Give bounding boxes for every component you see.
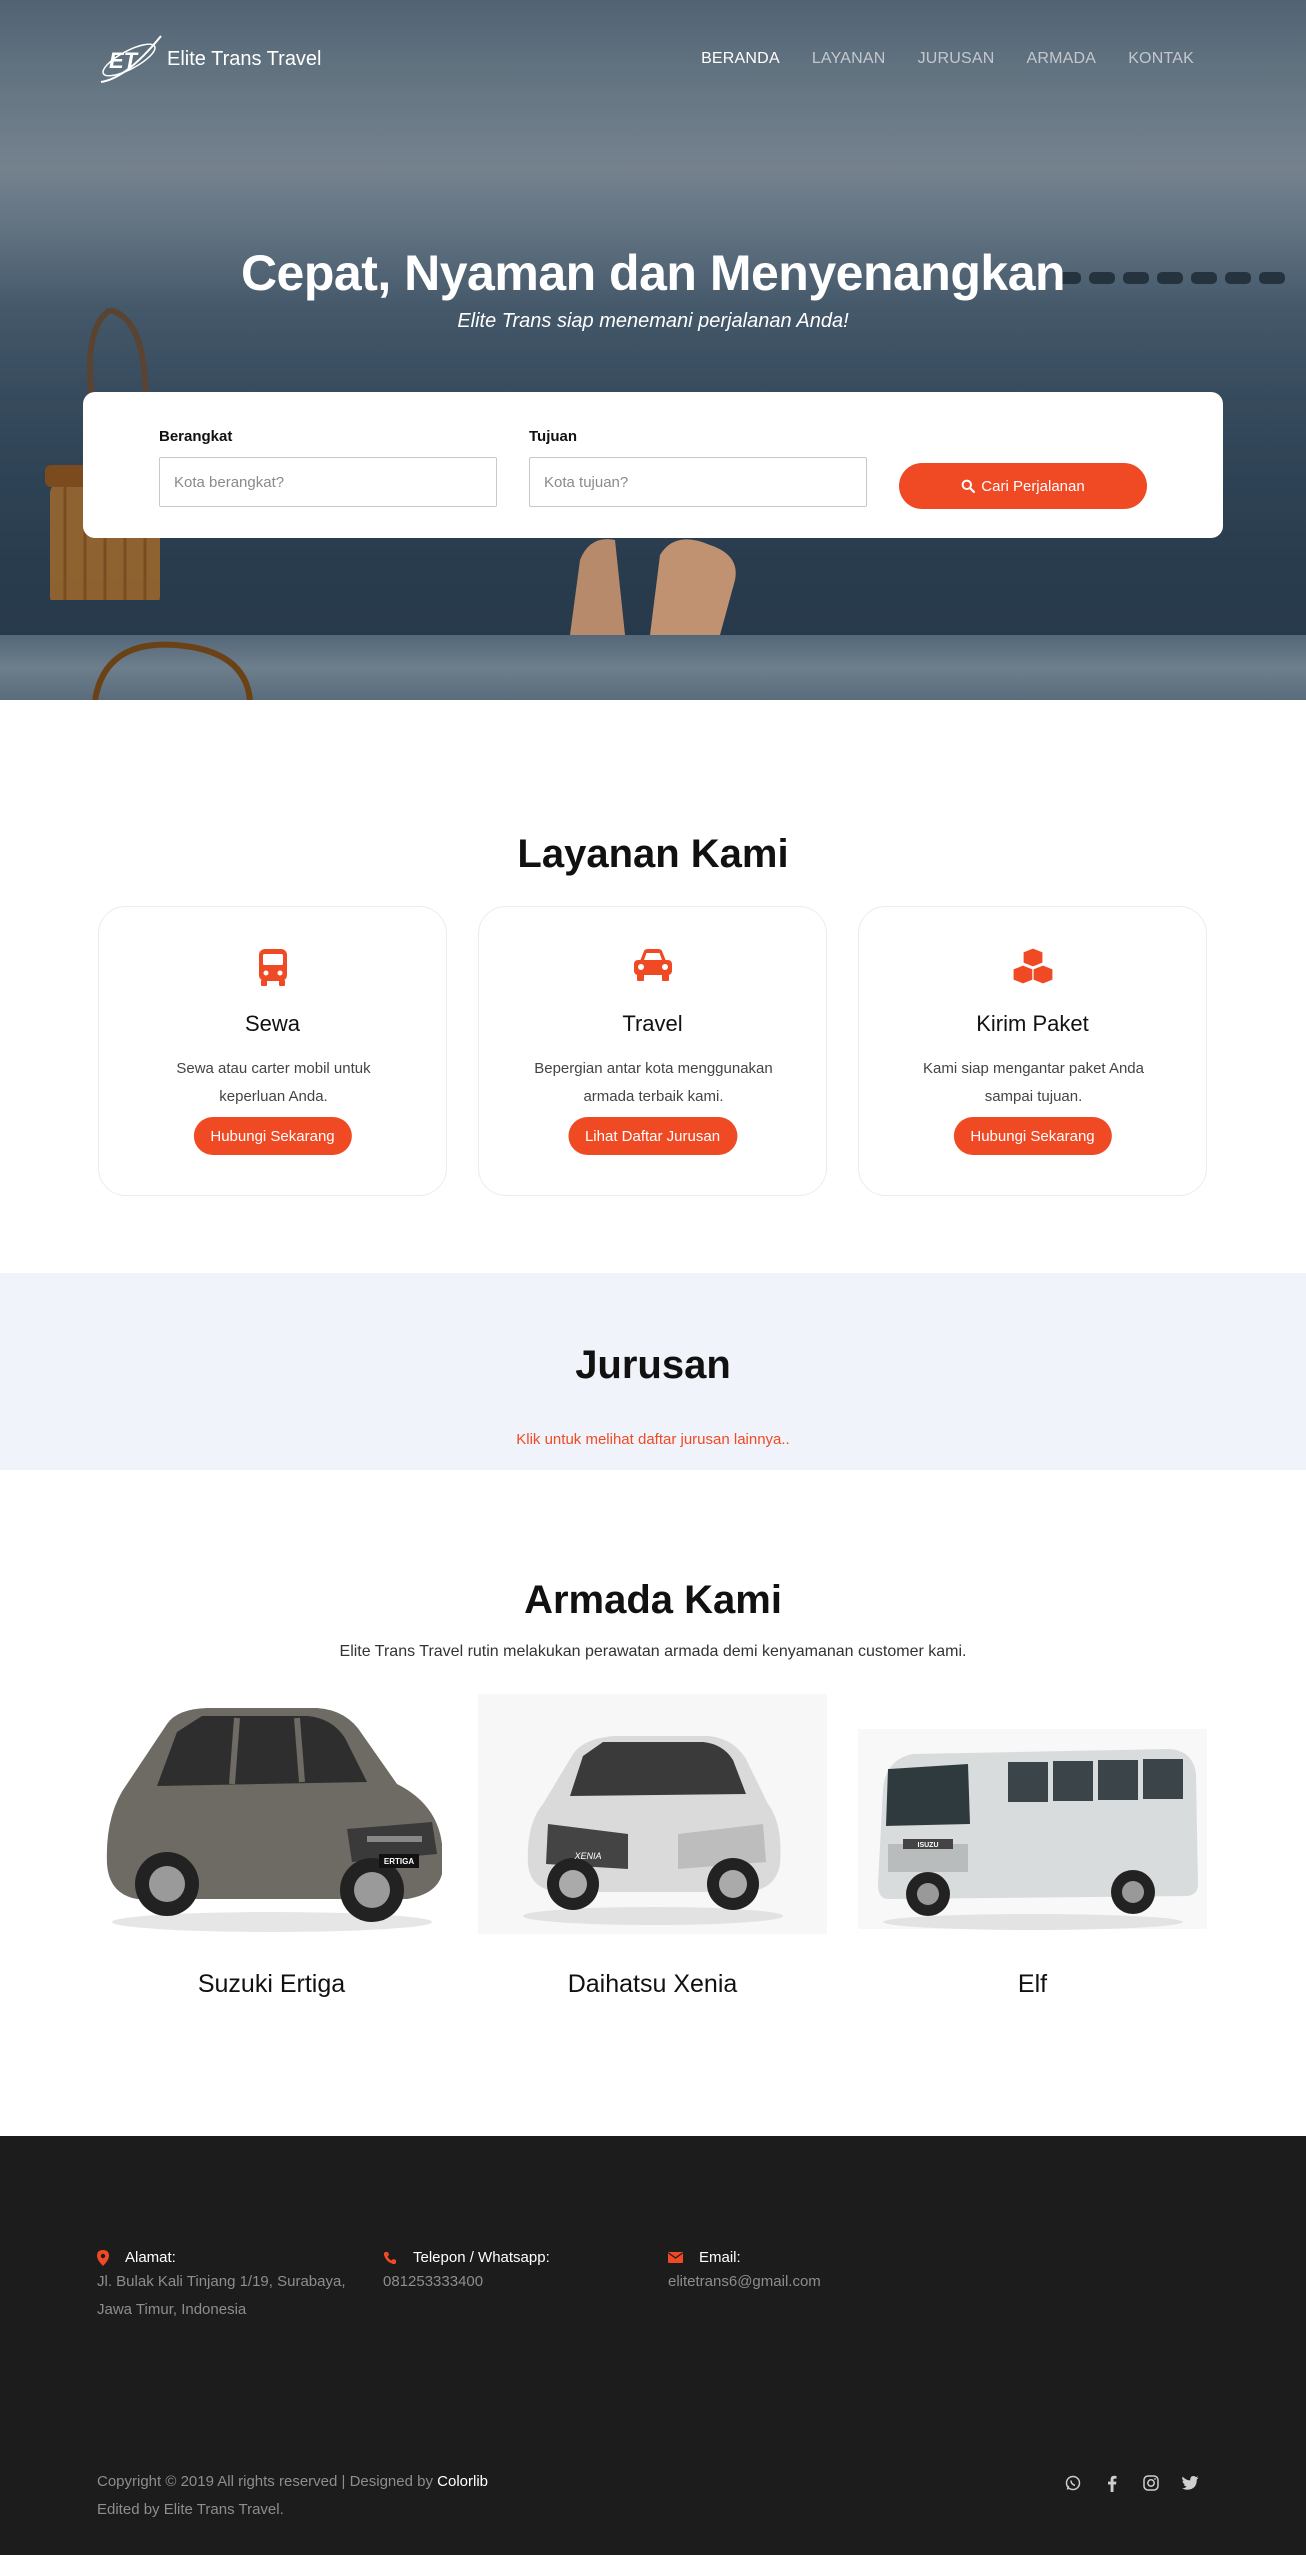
hero-section: ET Elite Trans Travel BERANDA LAYANAN JU… xyxy=(0,0,1306,700)
phone-icon xyxy=(383,2251,396,2264)
service-desc: Bepergian antar kota menggunakan armada … xyxy=(534,1060,773,1105)
svg-text:ET: ET xyxy=(109,48,139,73)
cubes-icon xyxy=(1011,947,1054,985)
car-name-suzuki-ertiga: Suzuki Ertiga xyxy=(197,1970,346,1998)
brand-logo-icon: ET xyxy=(100,35,162,83)
service-title: Travel xyxy=(622,1011,683,1036)
ertiga-badge: ERTIGA xyxy=(384,1857,414,1866)
search-icon xyxy=(961,479,976,493)
copyright: Copyright © 2019 All rights reserved | D… xyxy=(97,2468,488,2524)
service-button-travel[interactable]: Lihat Daftar Jurusan xyxy=(567,1117,738,1155)
address-label: Alamat: xyxy=(125,2249,176,2266)
search-card: Berangkat Kota berangkat? Tujuan Kota tu… xyxy=(83,392,1223,538)
nav-layanan[interactable]: LAYANAN xyxy=(812,50,886,68)
car-name-daihatsu-xenia: Daihatsu Xenia xyxy=(567,1970,738,1998)
service-title: Sewa xyxy=(244,1011,301,1036)
main-nav: BERANDA LAYANAN JURUSAN ARMADA KONTAK xyxy=(701,50,1194,68)
whatsapp-icon[interactable] xyxy=(1064,2474,1082,2492)
lantern-reflection-image xyxy=(92,641,253,700)
instagram-icon[interactable] xyxy=(1142,2474,1160,2492)
routes-more-link[interactable]: Klik untuk melihat daftar jurusan lainny… xyxy=(0,1431,1306,1448)
xenia-badge: XENIA xyxy=(573,1851,601,1861)
edited-by: Edited by Elite Trans Travel. xyxy=(97,2501,284,2518)
fleet-subtitle: Elite Trans Travel rutin melakukan peraw… xyxy=(339,1643,967,1660)
service-title: Kirim Paket xyxy=(976,1011,1089,1036)
search-button[interactable]: Cari Perjalanan xyxy=(899,463,1147,509)
from-label: Berangkat xyxy=(159,428,233,445)
search-button-label: Cari Perjalanan xyxy=(981,477,1085,495)
service-button-sewa[interactable]: Hubungi Sekarang xyxy=(193,1117,352,1155)
suzuki-ertiga-image: ERTIGA xyxy=(106,1708,442,1932)
to-field: Tujuan Kota tujuan? xyxy=(529,428,867,507)
service-desc: Sewa atau carter mobil untuk keperluan A… xyxy=(176,1060,371,1105)
fleet-title: Armada Kami xyxy=(524,1578,782,1622)
nav-jurusan[interactable]: JURUSAN xyxy=(918,50,995,68)
from-input[interactable]: Kota berangkat? xyxy=(159,457,497,507)
service-card-travel: Travel Bepergian antar kota menggunakan … xyxy=(478,906,827,1196)
car-icon xyxy=(633,949,672,981)
footer-address: Alamat: Jl. Bulak Kali Tinjang 1/19, Sur… xyxy=(97,2249,345,2324)
footer-email: Email: elitetrans6@gmail.com xyxy=(668,2249,821,2296)
address-line1: Jl. Bulak Kali Tinjang 1/19, Surabaya, xyxy=(97,2273,346,2290)
facebook-icon[interactable] xyxy=(1103,2474,1121,2492)
nav-beranda[interactable]: BERANDA xyxy=(701,50,780,68)
twitter-icon[interactable] xyxy=(1181,2474,1199,2492)
from-field: Berangkat Kota berangkat? xyxy=(159,428,497,507)
service-card-kirim-paket: Kirim Paket Kami siap mengantar paket An… xyxy=(858,906,1207,1196)
phone-value[interactable]: 081253333400 xyxy=(383,2268,550,2296)
to-label: Tujuan xyxy=(529,428,578,445)
daihatsu-xenia-image: XENIA xyxy=(478,1694,827,1934)
address-line2: Jawa Timur, Indonesia xyxy=(97,2301,247,2318)
map-marker-icon xyxy=(97,2249,109,2266)
phone-label: Telepon / Whatsapp: xyxy=(413,2249,550,2266)
designer-link[interactable]: Colorlib xyxy=(437,2473,488,2490)
bus-icon xyxy=(258,949,287,986)
hero-subtitle: Elite Trans siap menemani perjalanan And… xyxy=(457,310,849,332)
car-name-elf: Elf xyxy=(1017,1970,1048,1998)
nav-armada[interactable]: ARMADA xyxy=(1027,50,1097,68)
routes-title: Jurusan xyxy=(575,1343,731,1387)
services-title: Layanan Kami xyxy=(517,832,789,876)
service-button-kirim-paket[interactable]: Hubungi Sekarang xyxy=(953,1117,1112,1155)
elf-badge: ISUZU xyxy=(918,1842,939,1849)
envelope-icon xyxy=(668,2252,683,2263)
elf-image: ISUZU xyxy=(858,1729,1207,1930)
hero-title: Cepat, Nyaman dan Menyenangkan xyxy=(240,245,1066,301)
service-desc: Kami siap mengantar paket Anda sampai tu… xyxy=(923,1060,1144,1105)
nav-kontak[interactable]: KONTAK xyxy=(1128,50,1194,68)
email-value[interactable]: elitetrans6@gmail.com xyxy=(668,2268,821,2296)
brand-name: Elite Trans Travel xyxy=(167,47,322,70)
to-input[interactable]: Kota tujuan? xyxy=(529,457,867,507)
email-label: Email: xyxy=(699,2249,741,2266)
brand[interactable]: ET Elite Trans Travel xyxy=(97,32,322,86)
footer-phone: Telepon / Whatsapp: 081253333400 xyxy=(383,2249,550,2296)
social-links xyxy=(1064,2474,1199,2492)
copyright-text: Copyright © 2019 All rights reserved | D… xyxy=(97,2473,433,2490)
service-card-sewa: Sewa Sewa atau carter mobil untuk keperl… xyxy=(98,906,447,1196)
